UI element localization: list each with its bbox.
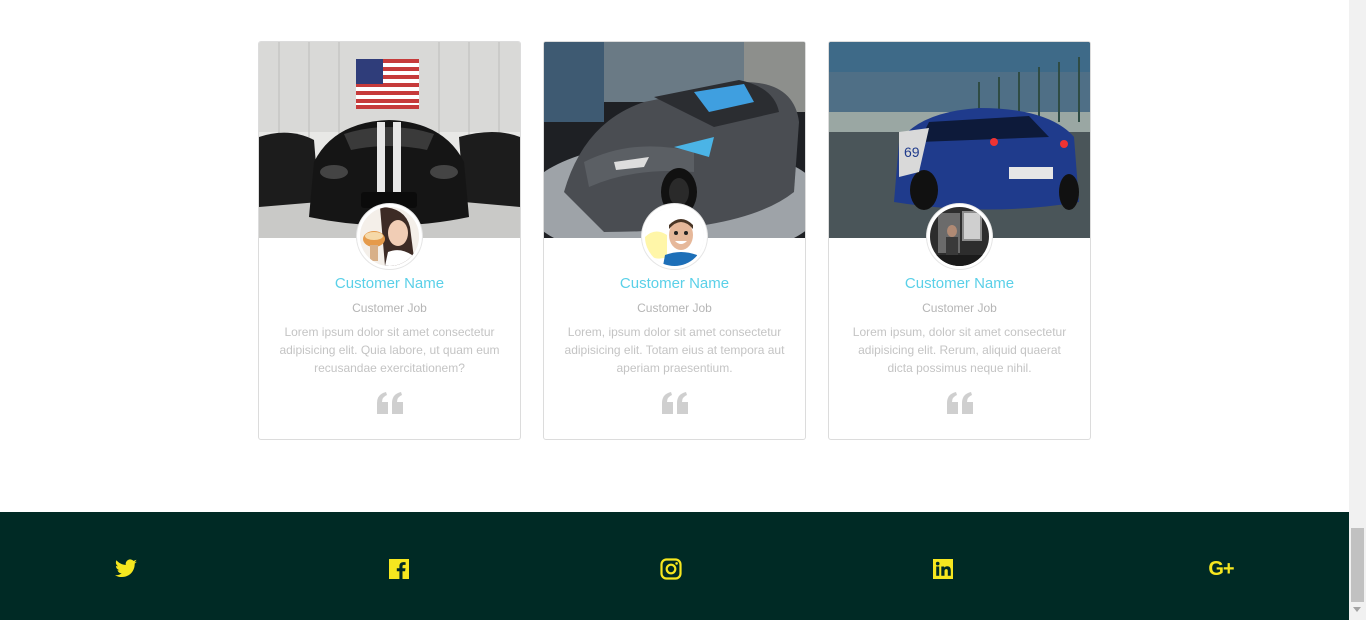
testimonial-text: Lorem, ipsum dolor sit amet consectetur … (564, 325, 785, 375)
testimonial-text: Lorem ipsum, dolor sit amet consectetur … (852, 325, 1067, 375)
quote-icon (829, 392, 1090, 419)
testimonial-card: 69 Customer Name Customer Job Lorem ipsu… (828, 41, 1091, 440)
customer-name: Customer Name (619, 275, 730, 292)
facebook-icon[interactable] (384, 554, 414, 584)
customer-avatar (357, 204, 422, 269)
twitter-icon[interactable] (111, 554, 141, 584)
testimonial-card: Customer Name Customer Job Lorem ipsum d… (258, 41, 521, 440)
customer-avatar (927, 204, 992, 269)
customer-avatar (642, 204, 707, 269)
customer-job: Customer Job (637, 301, 712, 315)
testimonial-text: Lorem ipsum dolor sit amet consectetur a… (279, 325, 500, 375)
testimonials-section: Customer Name Customer Job Lorem ipsum d… (258, 41, 1091, 440)
quote-icon (259, 392, 520, 419)
google-plus-icon[interactable]: G+ (1203, 554, 1239, 584)
linkedin-icon[interactable] (928, 554, 958, 584)
instagram-icon[interactable] (656, 554, 686, 584)
scrollbar-thumb[interactable] (1351, 528, 1364, 602)
footer: G+ (0, 512, 1349, 620)
vertical-scrollbar[interactable] (1349, 0, 1366, 620)
customer-job: Customer Job (922, 301, 997, 315)
customer-name: Customer Name (904, 275, 1015, 292)
svg-text:69: 69 (904, 144, 920, 160)
scroll-down-arrow-icon[interactable] (1353, 607, 1361, 612)
testimonial-card: Customer Name Customer Job Lorem, ipsum … (543, 41, 806, 440)
google-plus-label: G+ (1208, 557, 1234, 580)
customer-job: Customer Job (352, 301, 427, 315)
page: Customer Name Customer Job Lorem ipsum d… (0, 0, 1349, 620)
quote-icon (544, 392, 805, 419)
customer-name: Customer Name (334, 275, 445, 292)
